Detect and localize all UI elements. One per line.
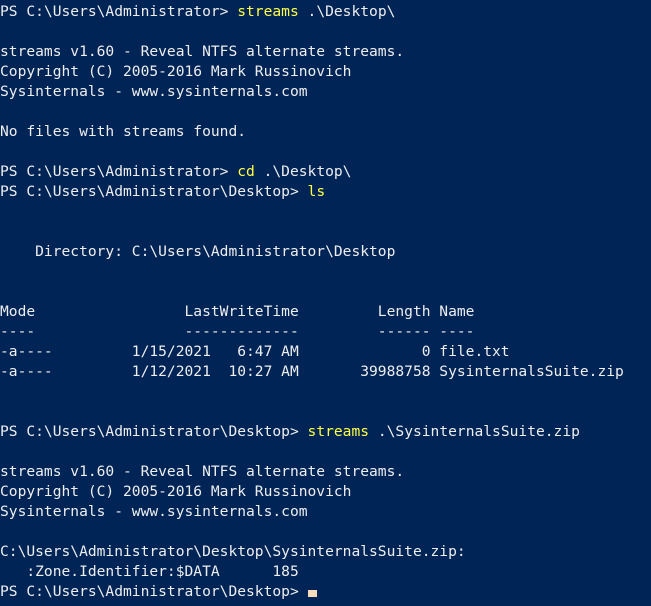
prompt-path: PS C:\Users\Administrator> — [0, 163, 238, 180]
output-text: Directory: C:\Users\Administrator\Deskto… — [0, 243, 396, 260]
blank-7 — [0, 282, 651, 302]
out-banner-2: streams v1.60 - Reveal NTFS alternate st… — [0, 462, 651, 482]
prompt-final[interactable]: PS C:\Users\Administrator\Desktop> — [0, 582, 651, 602]
out-zone-identifier: :Zone.Identifier:$DATA 185 — [0, 562, 651, 582]
output-text: -a---- 1/12/2021 10:27 AM 39988758 Sysin… — [0, 363, 624, 380]
command-name: ls — [307, 183, 326, 200]
blank-3 — [0, 142, 651, 162]
out-copyright-2: Copyright (C) 2005-2016 Mark Russinovich — [0, 482, 651, 502]
output-text: streams v1.60 - Reveal NTFS alternate st… — [0, 43, 405, 60]
output-text: Copyright (C) 2005-2016 Mark Russinovich — [0, 483, 352, 500]
output-text: ---- ------------- ------ ---- — [0, 323, 475, 340]
command-name: streams — [307, 423, 370, 440]
blank-4 — [0, 202, 651, 222]
out-banner-1: streams v1.60 - Reveal NTFS alternate st… — [0, 42, 651, 62]
output-text: streams v1.60 - Reveal NTFS alternate st… — [0, 463, 405, 480]
text-cursor — [307, 590, 317, 597]
command-name: streams — [237, 3, 299, 20]
output-text: -a---- 1/15/2021 6:47 AM 0 file.txt — [0, 343, 510, 360]
blank-10 — [0, 442, 651, 462]
prompt-ls[interactable]: PS C:\Users\Administrator\Desktop> ls — [0, 182, 651, 202]
table-row-2: -a---- 1/12/2021 10:27 AM 39988758 Sysin… — [0, 362, 651, 382]
prompt-path: PS C:\Users\Administrator\Desktop> — [0, 183, 308, 200]
command-arguments: .\Desktop\ — [298, 3, 396, 20]
table-rule: ---- ------------- ------ ---- — [0, 322, 651, 342]
prompt-streams-desktop[interactable]: PS C:\Users\Administrator> streams .\Des… — [0, 2, 651, 22]
output-text: C:\Users\Administrator\Desktop\Sysintern… — [0, 543, 466, 560]
blank-11 — [0, 522, 651, 542]
blank-9 — [0, 402, 651, 422]
out-sysinternals-2: Sysinternals - www.sysinternals.com — [0, 502, 651, 522]
out-directory: Directory: C:\Users\Administrator\Deskto… — [0, 242, 651, 262]
out-copyright-1: Copyright (C) 2005-2016 Mark Russinovich — [0, 62, 651, 82]
out-zip-path: C:\Users\Administrator\Desktop\Sysintern… — [0, 542, 651, 562]
prompt-path: PS C:\Users\Administrator\Desktop> — [0, 423, 308, 440]
command-arguments: .\SysinternalsSuite.zip — [369, 423, 580, 440]
blank-6 — [0, 262, 651, 282]
blank-2 — [0, 102, 651, 122]
prompt-streams-zip[interactable]: PS C:\Users\Administrator\Desktop> strea… — [0, 422, 651, 442]
prompt-cd[interactable]: PS C:\Users\Administrator> cd .\Desktop\ — [0, 162, 651, 182]
output-text: Sysinternals - www.sysinternals.com — [0, 83, 308, 100]
output-text: Copyright (C) 2005-2016 Mark Russinovich — [0, 63, 352, 80]
stream-entry: :Zone.Identifier:$DATA 185 — [0, 563, 299, 580]
command-name: cd — [237, 163, 255, 180]
blank-8 — [0, 382, 651, 402]
output-text: Sysinternals - www.sysinternals.com — [0, 503, 308, 520]
output-text: No files with streams found. — [0, 123, 247, 140]
output-text: Mode LastWriteTime Length Name — [0, 303, 475, 320]
blank-5 — [0, 222, 651, 242]
powershell-terminal[interactable]: PS C:\Users\Administrator> streams .\Des… — [0, 0, 651, 606]
prompt-path: PS C:\Users\Administrator> — [0, 3, 238, 20]
blank-1 — [0, 22, 651, 42]
command-arguments: .\Desktop\ — [254, 163, 352, 180]
prompt-path: PS C:\Users\Administrator\Desktop> — [0, 583, 308, 600]
table-header: Mode LastWriteTime Length Name — [0, 302, 651, 322]
out-nofiles: No files with streams found. — [0, 122, 651, 142]
table-row-1: -a---- 1/15/2021 6:47 AM 0 file.txt — [0, 342, 651, 362]
out-sysinternals-1: Sysinternals - www.sysinternals.com — [0, 82, 651, 102]
